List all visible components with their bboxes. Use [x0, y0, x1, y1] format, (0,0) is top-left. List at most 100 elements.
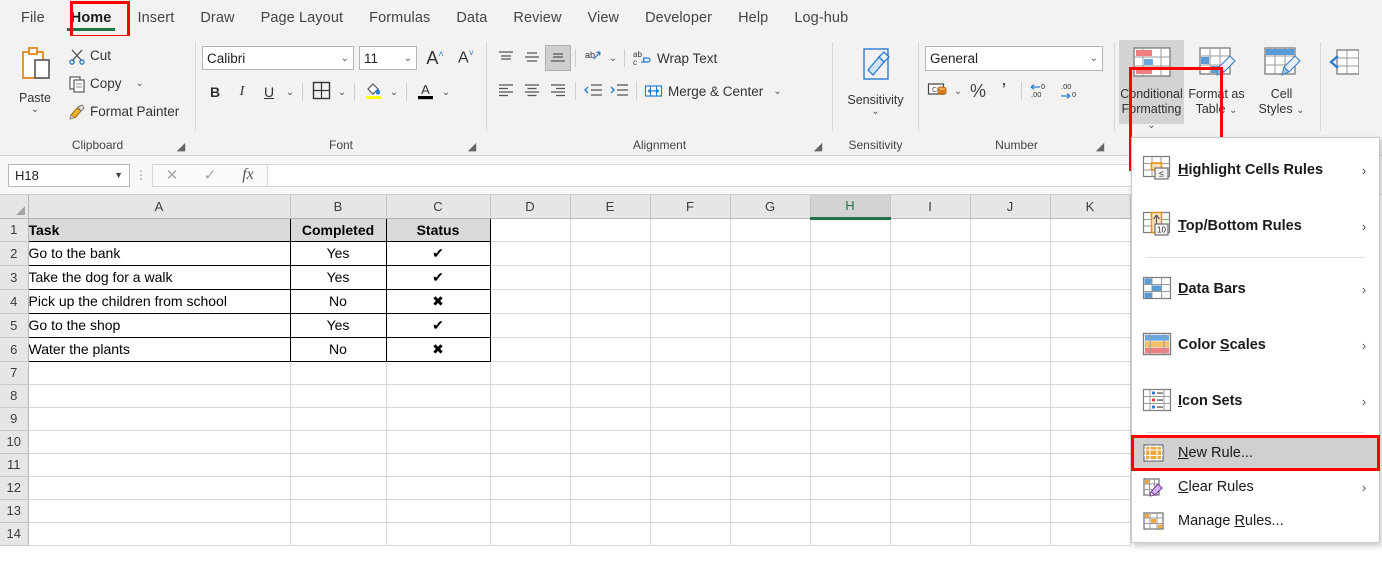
- cell-G6[interactable]: [730, 337, 811, 362]
- cell-H8[interactable]: [810, 384, 891, 408]
- format-as-table-button[interactable]: Format as Table ⌄: [1184, 40, 1249, 124]
- cell-D2[interactable]: [490, 241, 571, 266]
- tab-file[interactable]: File: [8, 4, 58, 32]
- copy-chevron-down-icon[interactable]: ⌄: [136, 79, 144, 89]
- cell-D13[interactable]: [490, 499, 571, 523]
- cell-E11[interactable]: [570, 453, 651, 477]
- align-left-button[interactable]: [493, 78, 519, 104]
- cell-C7[interactable]: [386, 361, 491, 385]
- underline-options-button[interactable]: ⌄: [283, 79, 297, 105]
- column-header-G[interactable]: G: [730, 195, 811, 219]
- row-header-8[interactable]: 8: [0, 384, 29, 408]
- cancel-entry-button[interactable]: ✕: [153, 166, 191, 184]
- sensitivity-button[interactable]: Sensitivity ⌄: [847, 40, 904, 117]
- cell-F7[interactable]: [650, 361, 731, 385]
- align-bottom-button[interactable]: [545, 45, 571, 71]
- column-header-I[interactable]: I: [890, 195, 971, 219]
- cell-I1[interactable]: [890, 218, 971, 242]
- comma-style-button[interactable]: ’: [991, 78, 1017, 104]
- cell-H7[interactable]: [810, 361, 891, 385]
- cell-A13[interactable]: [28, 499, 291, 523]
- cell-I13[interactable]: [890, 499, 971, 523]
- percent-style-button[interactable]: %: [965, 78, 991, 104]
- increase-decimal-button[interactable]: 0.00: [1026, 78, 1056, 104]
- select-all-corner[interactable]: [0, 195, 29, 219]
- cell-G8[interactable]: [730, 384, 811, 408]
- accounting-options-button[interactable]: ⌄: [951, 78, 965, 104]
- cell-E9[interactable]: [570, 407, 651, 431]
- cell-K3[interactable]: [1050, 265, 1131, 290]
- decrease-decimal-button[interactable]: .00 0: [1056, 78, 1086, 104]
- cell-F5[interactable]: [650, 313, 731, 338]
- font-dialog-launcher-icon[interactable]: ◢: [466, 141, 478, 153]
- menu-item-new-rule[interactable]: New Rule...: [1132, 436, 1379, 470]
- cell-C1[interactable]: Status: [385, 217, 491, 242]
- column-header-K[interactable]: K: [1050, 195, 1131, 219]
- cell-K14[interactable]: [1050, 522, 1131, 546]
- cell-G7[interactable]: [730, 361, 811, 385]
- cell-F11[interactable]: [650, 453, 731, 477]
- cell-C11[interactable]: [386, 453, 491, 477]
- cell-D9[interactable]: [490, 407, 571, 431]
- cell-J5[interactable]: [970, 313, 1051, 338]
- chevron-down-icon[interactable]: ⌄: [1229, 105, 1237, 116]
- cut-button[interactable]: Cut: [64, 43, 179, 68]
- cell-C5[interactable]: ✔: [385, 312, 491, 338]
- row-header-9[interactable]: 9: [0, 407, 29, 431]
- row-header-14[interactable]: 14: [0, 522, 29, 546]
- cell-E2[interactable]: [570, 241, 651, 266]
- tab-review[interactable]: Review: [500, 4, 574, 32]
- cell-E12[interactable]: [570, 476, 651, 500]
- cell-F12[interactable]: [650, 476, 731, 500]
- cell-J14[interactable]: [970, 522, 1051, 546]
- wrap-text-button[interactable]: ab c Wrap Text: [629, 45, 720, 71]
- cell-B12[interactable]: [290, 476, 387, 500]
- cell-E8[interactable]: [570, 384, 651, 408]
- cell-K7[interactable]: [1050, 361, 1131, 385]
- cell-G13[interactable]: [730, 499, 811, 523]
- formula-bar-grip[interactable]: ⋮: [130, 169, 152, 181]
- cell-F10[interactable]: [650, 430, 731, 454]
- cell-K12[interactable]: [1050, 476, 1131, 500]
- tab-help[interactable]: Help: [725, 4, 781, 32]
- menu-item-top-bottom-rules[interactable]: 10 Top/Bottom Rules ›: [1132, 198, 1379, 254]
- cell-A9[interactable]: [28, 407, 291, 431]
- cell-C14[interactable]: [386, 522, 491, 546]
- cell-F2[interactable]: [650, 241, 731, 266]
- cell-A3[interactable]: Take the dog for a walk: [27, 264, 291, 290]
- column-header-J[interactable]: J: [970, 195, 1051, 219]
- cell-B1[interactable]: Completed: [289, 217, 387, 242]
- cell-J6[interactable]: [970, 337, 1051, 362]
- cell-B3[interactable]: Yes: [289, 264, 387, 290]
- cell-A8[interactable]: [28, 384, 291, 408]
- cell-K8[interactable]: [1050, 384, 1131, 408]
- cell-H6[interactable]: [810, 337, 891, 362]
- column-header-C[interactable]: C: [386, 195, 491, 219]
- cell-H11[interactable]: [810, 453, 891, 477]
- alignment-dialog-launcher-icon[interactable]: ◢: [812, 141, 824, 153]
- row-header-4[interactable]: 4: [0, 289, 29, 314]
- cell-K4[interactable]: [1050, 289, 1131, 314]
- cell-F8[interactable]: [650, 384, 731, 408]
- cell-G9[interactable]: [730, 407, 811, 431]
- cell-J8[interactable]: [970, 384, 1051, 408]
- cell-G3[interactable]: [730, 265, 811, 290]
- cell-H12[interactable]: [810, 476, 891, 500]
- tab-page-layout[interactable]: Page Layout: [248, 4, 357, 32]
- font-color-button[interactable]: A: [412, 79, 438, 105]
- cell-I5[interactable]: [890, 313, 971, 338]
- copy-button[interactable]: Copy ⌄: [64, 71, 179, 96]
- cell-E3[interactable]: [570, 265, 651, 290]
- cell-D14[interactable]: [490, 522, 571, 546]
- cell-D12[interactable]: [490, 476, 571, 500]
- row-header-3[interactable]: 3: [0, 265, 29, 290]
- cell-I7[interactable]: [890, 361, 971, 385]
- menu-item-data-bars[interactable]: Data Bars ›: [1132, 261, 1379, 317]
- font-color-options-button[interactable]: ⌄: [439, 79, 453, 105]
- cell-A1[interactable]: Task: [27, 217, 291, 242]
- underline-button[interactable]: U: [256, 79, 282, 105]
- row-header-7[interactable]: 7: [0, 361, 29, 385]
- cell-G2[interactable]: [730, 241, 811, 266]
- italic-button[interactable]: I: [229, 79, 255, 105]
- cell-G4[interactable]: [730, 289, 811, 314]
